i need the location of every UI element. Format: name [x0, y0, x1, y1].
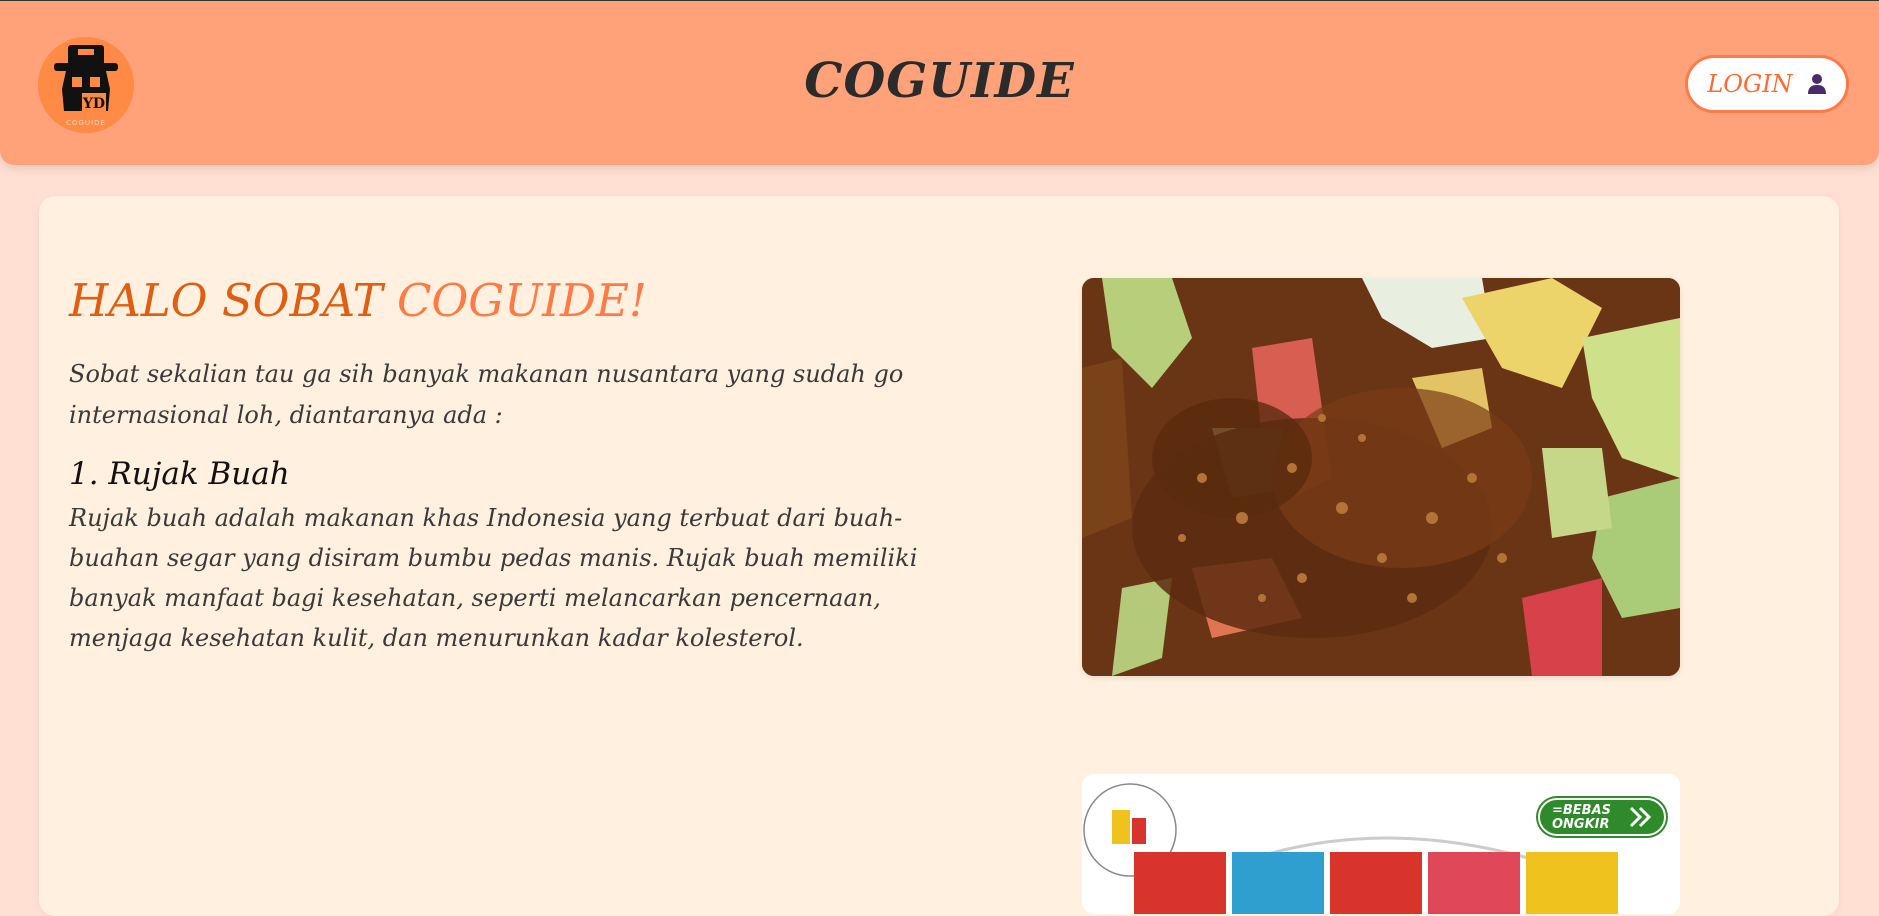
- login-label: LOGIN: [1707, 70, 1793, 98]
- item-description: Rujak buah adalah makanan khas Indonesia…: [69, 504, 918, 652]
- content-card: HALO SOBAT COGUIDE! Sobat sekalian tau g…: [39, 196, 1839, 916]
- greeting-part2: COGUIDE!: [396, 274, 647, 327]
- site-title: COGUIDE: [804, 53, 1075, 109]
- item-title: 1. Rujak Buah: [69, 456, 290, 492]
- user-icon: [1807, 73, 1827, 95]
- logo-wordmark: COGUIDE: [66, 119, 106, 127]
- intro-text: Sobat sekalian tau ga sih banyak makanan…: [69, 360, 904, 429]
- login-button[interactable]: LOGIN: [1685, 55, 1849, 113]
- free-shipping-badge[interactable]: =BEBAS ONGKIR: [1538, 798, 1666, 836]
- product-banner[interactable]: =BEBAS ONGKIR: [1082, 774, 1680, 914]
- site-header: YD COGUIDE COGUIDE LOGIN: [0, 0, 1879, 165]
- double-chevron-right-icon: [1628, 806, 1654, 828]
- greeting-part1: HALO SOBAT: [69, 274, 383, 327]
- rujak-buah-photo: [1082, 278, 1680, 676]
- free-shipping-text: =BEBAS ONGKIR: [1552, 803, 1612, 832]
- greeting-heading: HALO SOBAT COGUIDE!: [69, 274, 647, 327]
